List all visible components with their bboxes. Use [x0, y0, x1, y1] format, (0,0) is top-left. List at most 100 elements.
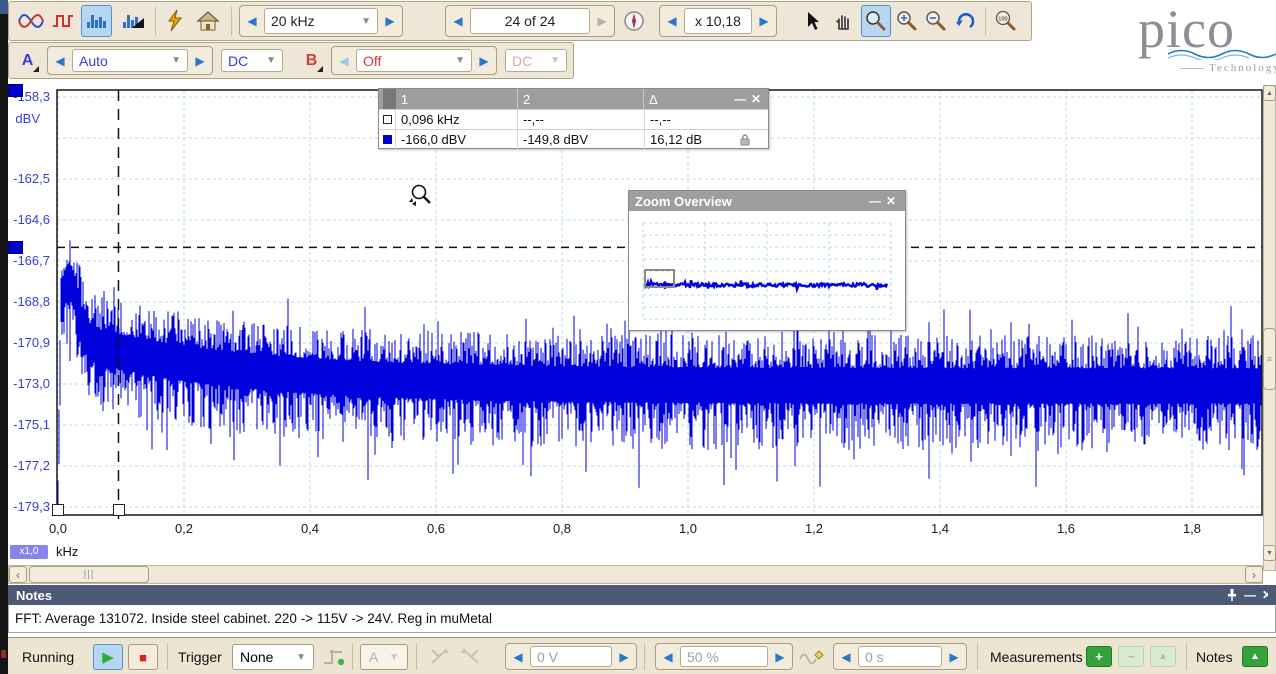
scroll-right-button[interactable]: ›	[1245, 566, 1263, 583]
auto-setup-button[interactable]	[160, 5, 190, 37]
trigger-mode-dropdown[interactable]: None ▼	[232, 644, 314, 670]
channel-a-range-dropdown[interactable]: Auto ▼	[72, 49, 188, 72]
zoom-marquee-icon	[865, 10, 887, 32]
channel-a-range-next-button[interactable]: ▶	[190, 54, 210, 68]
play-icon: ▶	[102, 648, 114, 666]
horizontal-scrollbar-thumb[interactable]: |||	[29, 566, 149, 583]
channel-b-label: B	[306, 52, 318, 70]
x-axis-multiplier-badge[interactable]: x1,0	[10, 545, 48, 559]
zoom-factor-field[interactable]: x 10,18	[684, 8, 752, 34]
x-axis-tick-label: 1,2	[792, 521, 836, 536]
notes-toggle-button[interactable]: ▲	[1242, 646, 1268, 667]
notes-panel-header[interactable]: Notes — ✕	[8, 585, 1276, 605]
trigger-delay-down-button[interactable]: ◀	[836, 650, 856, 664]
edit-measurement-button[interactable]: ▲	[1150, 646, 1176, 667]
zoom-overview-selection-rect[interactable]	[644, 269, 675, 288]
zoom-out-tool-button[interactable]	[922, 5, 950, 37]
notes-text-area[interactable]: FFT: Average 131072. Inside steel cabine…	[8, 605, 1276, 633]
trigger-level-down-button[interactable]: ◀	[508, 650, 528, 664]
channel-a-options-button[interactable]: A	[13, 46, 42, 75]
trigger-delay-field[interactable]: 0 s	[858, 646, 942, 667]
trigger-level-field[interactable]: 0 V	[530, 646, 612, 667]
svg-text:100: 100	[998, 17, 1007, 23]
minimize-icon[interactable]: —	[867, 194, 883, 208]
buffer-next-button[interactable]: ▶	[592, 14, 612, 28]
close-icon[interactable]: ✕	[883, 194, 899, 208]
channel-b-range-dropdown[interactable]: Off ▼	[356, 49, 472, 72]
horizontal-scrollbar[interactable]	[8, 565, 1263, 584]
scroll-up-button[interactable]: ▲	[1263, 85, 1276, 101]
ruler-x1-value: 0,096 kHz	[395, 110, 517, 129]
zoom-in-tool-button[interactable]	[893, 5, 921, 37]
blue-square-icon	[383, 135, 392, 144]
toolbar-separator	[231, 7, 232, 35]
background-window-fragment	[0, 0, 8, 14]
undo-zoom-button[interactable]	[951, 5, 979, 37]
trigger-diamond-button[interactable]	[799, 647, 825, 672]
x-axis-tick-label: 1,4	[918, 521, 962, 536]
persistence-view-button[interactable]	[47, 5, 78, 37]
pre-trigger-field[interactable]: 50 %	[680, 646, 768, 667]
trigger-level-up-button[interactable]: ▶	[614, 650, 634, 664]
pre-trigger-up-button[interactable]: ▶	[770, 650, 790, 664]
ruler-legend-window[interactable]: 1 2 Δ — ✕ 0,096 kHz --,-- --,-- -166,0 d…	[378, 88, 769, 149]
marquee-zoom-tool-button[interactable]	[861, 5, 891, 37]
spectrum-range-prev-button[interactable]: ◀	[242, 14, 262, 28]
home-settings-button[interactable]	[193, 5, 223, 37]
vertical-scrollbar-thumb[interactable]: ≡	[1263, 328, 1276, 390]
trigger-source-dropdown[interactable]: A ▼	[360, 644, 408, 670]
hand-tool-button[interactable]	[829, 5, 859, 37]
channel-b-range-prev-button[interactable]: ◀	[334, 54, 354, 68]
marker-rulers-button[interactable]	[428, 647, 452, 672]
channel-b-coupling-dropdown[interactable]: DC ▼	[505, 49, 567, 72]
add-measurement-button[interactable]: +	[1086, 646, 1112, 667]
channel-b-range-value: Off	[363, 53, 381, 69]
scroll-down-button[interactable]: ▼	[1263, 545, 1276, 561]
channel-b-options-button[interactable]: B	[297, 46, 326, 75]
trigger-delay-up-button[interactable]: ▶	[944, 650, 964, 664]
ruler-handle-x1[interactable]	[113, 504, 125, 516]
toolbar-separator	[977, 643, 978, 670]
stop-capture-button[interactable]: ■	[128, 644, 158, 670]
pointer-tool-button[interactable]	[799, 5, 827, 37]
zoom-factor-up-button[interactable]: ▶	[754, 14, 774, 28]
spectrum-view-button[interactable]	[81, 5, 112, 37]
rising-edge-icon	[322, 647, 346, 667]
buffer-position-field[interactable]: 24 of 24	[470, 8, 590, 34]
scope-view-button[interactable]	[15, 5, 46, 37]
ruler-handle-x0[interactable]	[52, 504, 64, 516]
chevron-down-icon: ▼	[171, 55, 181, 66]
ruler-handle-y2[interactable]	[8, 84, 23, 97]
lock-icon[interactable]	[740, 133, 750, 146]
spectrum-alt-view-button[interactable]	[117, 5, 148, 37]
toolbar-separator	[352, 643, 353, 670]
spectrum-chart[interactable]: dBV x1,0 kHz 1 2 Δ — ✕ 0,096 kHz --,-- -…	[0, 80, 1276, 585]
ruler-legend-header[interactable]: 1 2 Δ — ✕	[379, 89, 768, 109]
zoom-overview-window[interactable]: Zoom Overview — ✕	[628, 190, 906, 331]
trigger-edge-button[interactable]	[322, 647, 346, 672]
pin-icon[interactable]	[1226, 588, 1238, 602]
channel-a-range-prev-button[interactable]: ◀	[50, 54, 70, 68]
marker-rulers-alt-button[interactable]	[458, 647, 482, 672]
ruler-handle-y1[interactable]	[8, 241, 23, 254]
minimize-icon[interactable]: —	[1244, 588, 1256, 602]
buffer-overview-button[interactable]	[619, 6, 649, 36]
zoom-overview-header[interactable]: Zoom Overview — ✕	[629, 191, 905, 211]
start-capture-button[interactable]: ▶	[93, 644, 123, 670]
close-icon[interactable]: ✕	[748, 92, 764, 106]
zoom-100-button[interactable]: 100	[991, 5, 1021, 37]
channel-b-range-next-button[interactable]: ▶	[474, 54, 494, 68]
background-window-fragment	[1, 650, 6, 658]
notes-text: FFT: Average 131072. Inside steel cabine…	[15, 611, 492, 626]
channel-a-coupling-dropdown[interactable]: DC ▼	[221, 49, 283, 72]
zoom-factor-down-button[interactable]: ◀	[662, 14, 682, 28]
pre-trigger-down-button[interactable]: ◀	[658, 650, 678, 664]
close-icon[interactable]: ✕	[1262, 588, 1268, 602]
buffer-prev-button[interactable]: ◀	[448, 14, 468, 28]
spectrum-range-next-button[interactable]: ▶	[380, 14, 400, 28]
zoom-overview-title: Zoom Overview	[635, 194, 732, 209]
remove-measurement-button[interactable]: −	[1118, 646, 1144, 667]
minimize-icon[interactable]: —	[732, 92, 748, 106]
spectrum-range-dropdown[interactable]: 20 kHz ▼	[264, 8, 378, 34]
scroll-left-button[interactable]: ‹	[9, 566, 27, 583]
